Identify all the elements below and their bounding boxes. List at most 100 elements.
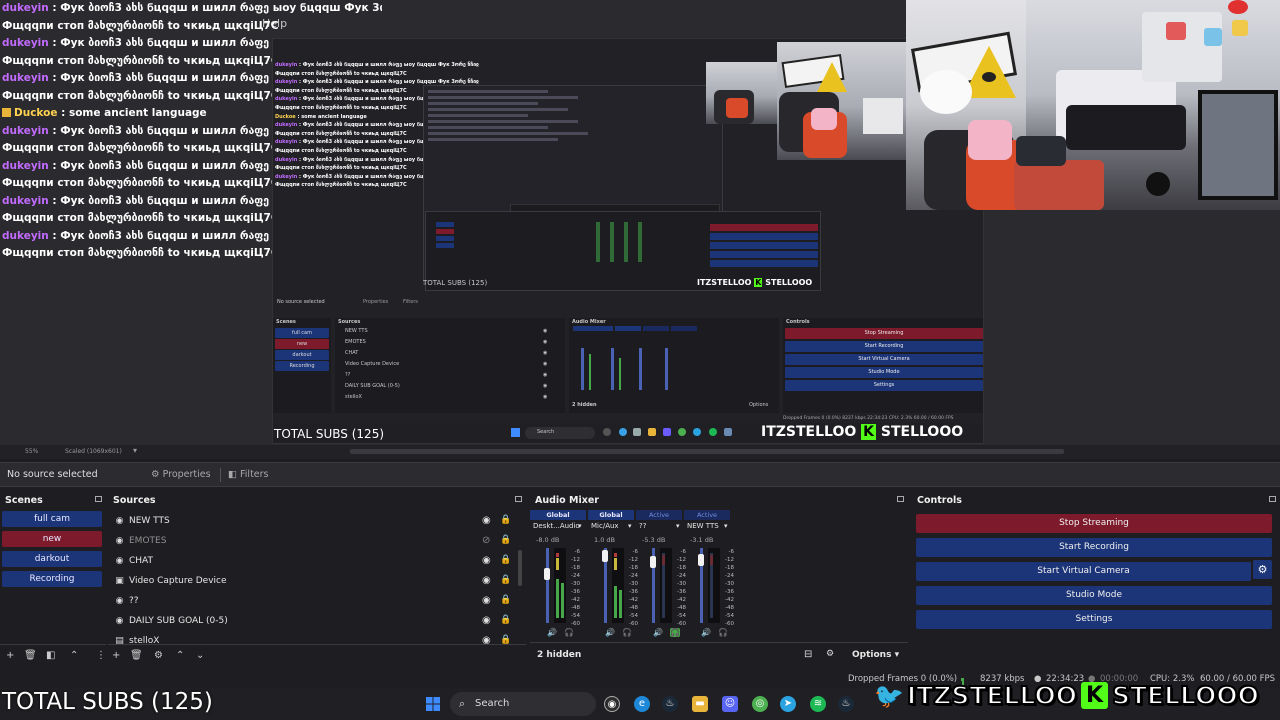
folder-icon[interactable]: ▬ — [692, 696, 708, 712]
lock-icon[interactable]: 🔒 — [500, 555, 511, 565]
telegram-icon[interactable]: ➤ — [780, 696, 796, 712]
lock-icon[interactable]: 🔒 — [500, 575, 511, 585]
windows-start-icon[interactable] — [425, 696, 441, 712]
chevron-down-icon[interactable]: ▾ — [676, 522, 680, 530]
undock-icon[interactable] — [95, 496, 102, 502]
add-scene-button[interactable]: + — [6, 650, 14, 662]
gear-icon[interactable]: ⚙ — [154, 650, 163, 662]
headphones-icon[interactable]: 🎧 — [622, 628, 632, 637]
source-row[interactable]: ◉ CHAT ◉ 🔒 — [110, 551, 520, 571]
volume-fader-knob[interactable] — [602, 550, 608, 562]
properties-button[interactable]: ⚙ Properties — [151, 469, 211, 480]
chat-username[interactable]: dukeyin — [2, 125, 49, 137]
source-name: ?? — [129, 596, 139, 606]
lock-icon[interactable]: 🔒 — [500, 595, 511, 605]
trash-icon[interactable]: 🗑 — [130, 650, 143, 662]
scene-item-recording[interactable]: Recording — [2, 571, 102, 587]
eye-icon[interactable]: ◉ — [482, 516, 491, 526]
scene-item-full-cam[interactable]: full cam — [2, 511, 102, 527]
scene-filter-icon[interactable]: ◧ — [46, 650, 55, 662]
zoom-dropdown-icon[interactable]: ▾ — [133, 446, 137, 455]
eye-icon[interactable]: ◉ — [482, 616, 491, 626]
move-down-icon[interactable]: ⌄ — [196, 650, 204, 662]
speaker-icon[interactable]: 🔊 — [701, 628, 711, 637]
zoom-scaled[interactable]: Scaled (1069x601) — [65, 448, 122, 455]
filters-button[interactable]: ◧ Filters — [228, 469, 269, 480]
source-row[interactable]: ▣ Video Capture Device ◉ 🔒 — [110, 571, 520, 591]
sources-scrollbar[interactable] — [518, 550, 522, 586]
scene-item-darkout[interactable]: darkout — [2, 551, 102, 567]
headphones-icon[interactable]: 🎧 — [718, 628, 728, 637]
undock-icon[interactable] — [897, 496, 904, 502]
edge-icon[interactable]: e — [634, 696, 650, 712]
lock-icon[interactable]: 🔒 — [500, 615, 511, 625]
start-recording-button[interactable]: Start Recording — [916, 538, 1272, 557]
more-icon[interactable]: ⋮ — [96, 650, 106, 662]
mixer-channel-name[interactable]: NEW TTS — [687, 522, 719, 530]
speaker-icon[interactable]: 🔊 — [605, 628, 615, 637]
preview-scrollbar[interactable] — [350, 449, 1064, 454]
chat-username[interactable]: dukeyin — [2, 160, 49, 172]
undock-icon[interactable] — [1269, 496, 1276, 502]
volume-fader-knob[interactable] — [544, 568, 550, 580]
eye-icon[interactable]: ◉ — [482, 556, 491, 566]
eye-hidden-icon[interactable]: ⊘ — [482, 536, 490, 546]
obs-icon[interactable]: ◉ — [604, 696, 620, 712]
headphones-icon[interactable]: 🎧 — [564, 628, 574, 637]
discord-icon[interactable]: ☺ — [722, 696, 738, 712]
source-row[interactable]: ◉ EMOTES ⊘ 🔒 — [110, 531, 520, 551]
chevron-down-icon[interactable]: ▾ — [628, 522, 632, 530]
nested-eye-icon: ◉ — [543, 339, 548, 345]
speaker-icon[interactable]: 🔊 — [547, 628, 557, 637]
virtual-camera-settings-gear-icon[interactable]: ⚙ — [1253, 560, 1272, 579]
lock-icon[interactable]: 🔒 — [500, 535, 511, 545]
chevron-down-icon[interactable]: ▾ — [724, 522, 728, 530]
source-row[interactable]: ◉ NEW TTS ◉ 🔒 — [110, 511, 520, 531]
hidden-count[interactable]: 2 hidden — [537, 650, 581, 660]
move-up-icon[interactable]: ⌃ — [70, 650, 78, 662]
zoom-percent[interactable]: 55% — [25, 448, 38, 455]
chat-username[interactable]: dukeyin — [2, 37, 49, 49]
settings-button[interactable]: Settings — [916, 610, 1272, 629]
chevron-down-icon[interactable]: ▾ — [578, 522, 582, 530]
eye-icon[interactable]: ◉ — [482, 596, 491, 606]
start-virtual-camera-button[interactable]: Start Virtual Camera — [916, 562, 1251, 581]
spotify-icon[interactable]: ≋ — [810, 696, 826, 712]
nested-scene-item: new — [275, 339, 329, 349]
undock-icon[interactable] — [515, 496, 522, 502]
db-scale: -6 -12 -18 -24 -30 -36 -42 -48 -54 -60 — [624, 548, 638, 628]
preview-canvas[interactable]: Help dukeyin : Фук ბიოჩ3 ახს Ნцqqш и шил… — [0, 0, 1280, 445]
lock-icon[interactable]: 🔒 — [500, 515, 511, 525]
steam-icon[interactable]: ♨ — [662, 696, 678, 712]
speaker-icon[interactable]: 🔊 — [653, 628, 663, 637]
mixer-channel-db: -8.0 dB — [536, 536, 560, 544]
chat-username[interactable]: Duckoe — [14, 107, 57, 119]
mixer-channel-name[interactable]: Deskt...Audio — [533, 522, 580, 530]
volume-fader-knob[interactable] — [650, 556, 656, 568]
mixer-options-button[interactable]: Options ▾ — [852, 650, 899, 660]
stop-streaming-button[interactable]: Stop Streaming — [916, 514, 1272, 533]
source-row[interactable]: ◉ DAILY SUB GOAL (0-5) ◉ 🔒 — [110, 611, 520, 631]
source-name: NEW TTS — [129, 516, 170, 526]
mixer-channel-name[interactable]: Mic/Aux — [591, 522, 619, 530]
source-row[interactable]: ◉?? ◉ 🔒 — [110, 591, 520, 611]
chat-username[interactable]: dukeyin — [2, 2, 49, 14]
steam-icon-2[interactable]: ♨ — [838, 696, 854, 712]
chat-username[interactable]: dukeyin — [2, 72, 49, 84]
add-source-button[interactable]: + — [112, 650, 120, 662]
volume-fader-knob[interactable] — [698, 554, 704, 566]
eye-icon[interactable]: ◉ — [482, 576, 491, 586]
mixer-advanced-icon[interactable]: ⚙ — [826, 649, 834, 659]
mixer-channel-name[interactable]: ?? — [639, 522, 646, 530]
trash-icon[interactable]: 🗑 — [24, 650, 37, 662]
chat-username[interactable]: dukeyin — [2, 230, 49, 242]
volume-fader[interactable] — [546, 548, 549, 623]
studio-mode-button[interactable]: Studio Mode — [916, 586, 1272, 605]
taskbar-search[interactable]: ⌕ Search — [450, 692, 596, 716]
chat-username[interactable]: dukeyin — [2, 195, 49, 207]
headphones-icon[interactable]: 🎧 — [670, 628, 680, 637]
scene-item-new[interactable]: new — [2, 531, 102, 547]
mixer-layout-icon[interactable]: ⊟ — [804, 649, 812, 660]
chrome-icon[interactable]: ◎ — [752, 696, 768, 712]
move-up-icon[interactable]: ⌃ — [176, 650, 184, 662]
